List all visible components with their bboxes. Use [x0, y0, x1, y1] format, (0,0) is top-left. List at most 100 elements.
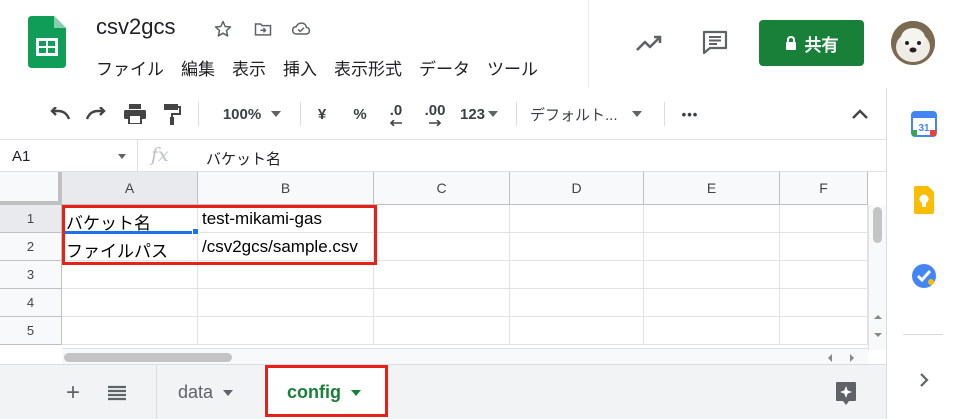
sheets-logo-icon[interactable] — [28, 16, 66, 68]
share-button[interactable]: 共有 — [759, 20, 864, 66]
menu-fade — [540, 50, 588, 86]
cell-b4[interactable] — [198, 289, 374, 317]
scroll-up-icon[interactable] — [873, 313, 883, 321]
more-tools-button[interactable]: ••• — [678, 88, 702, 140]
chevron-down-icon — [271, 111, 282, 117]
menu-format[interactable]: 表示形式 — [334, 55, 402, 80]
toolbar-divider — [300, 102, 301, 126]
cell-e4[interactable] — [644, 289, 780, 317]
row-header-4[interactable]: 4 — [0, 289, 62, 317]
column-header-d[interactable]: D — [510, 172, 644, 205]
vertical-scrollbar[interactable] — [868, 205, 886, 350]
cell-c3[interactable] — [374, 261, 510, 289]
currency-format-button[interactable]: ¥ — [312, 88, 332, 140]
select-all-corner[interactable] — [0, 172, 62, 205]
redo-icon[interactable] — [84, 88, 108, 140]
cell-f2[interactable] — [780, 233, 868, 261]
add-sheet-button[interactable]: + — [66, 365, 80, 419]
zoom-select[interactable]: 100% — [212, 88, 292, 140]
cell-f3[interactable] — [780, 261, 868, 289]
increase-decimal-label: .00 — [424, 101, 446, 119]
app-header: csv2gcs ファイル 編集 表示 挿入 表示形式 データ ツール 共有 — [0, 0, 960, 88]
cell-e5[interactable] — [644, 317, 780, 345]
row-header-2[interactable]: 2 — [0, 233, 62, 261]
menu-bar: ファイル 編集 表示 挿入 表示形式 データ ツール — [96, 55, 538, 80]
function-icon: fx — [151, 144, 169, 166]
chevron-down-icon — [631, 111, 642, 117]
vertical-scroll-thumb[interactable] — [873, 207, 882, 243]
cell-c1[interactable] — [374, 205, 510, 233]
percent-format-button[interactable]: % — [350, 88, 370, 140]
decrease-decimal-button[interactable]: .0 — [384, 88, 408, 140]
row-header-1[interactable]: 1 — [0, 205, 62, 233]
menu-insert[interactable]: 挿入 — [283, 55, 317, 80]
move-folder-icon[interactable] — [252, 18, 274, 40]
cell-d2[interactable] — [510, 233, 644, 261]
row-header-5[interactable]: 5 — [0, 317, 62, 345]
cell-a3[interactable] — [62, 261, 198, 289]
cell-d1[interactable] — [510, 205, 644, 233]
keep-icon[interactable] — [910, 186, 938, 214]
horizontal-scrollbar[interactable] — [62, 348, 868, 364]
decrease-decimal-label: .0 — [389, 101, 403, 119]
cell-a4[interactable] — [62, 289, 198, 317]
column-header-f[interactable]: F — [780, 172, 868, 205]
share-label: 共有 — [804, 35, 839, 55]
cell-f1[interactable] — [780, 205, 868, 233]
paint-format-icon[interactable] — [160, 88, 184, 140]
cell-f5[interactable] — [780, 317, 868, 345]
expand-panel-icon[interactable] — [910, 366, 938, 394]
cell-b3[interactable] — [198, 261, 374, 289]
column-header-e[interactable]: E — [644, 172, 780, 205]
column-header-b[interactable]: B — [198, 172, 374, 205]
cell-c4[interactable] — [374, 289, 510, 317]
star-icon[interactable] — [212, 18, 234, 40]
horizontal-scroll-thumb[interactable] — [64, 353, 232, 362]
menu-view[interactable]: 表示 — [232, 55, 266, 80]
font-family-select[interactable]: デフォルト... — [530, 88, 654, 140]
tasks-icon[interactable] — [910, 262, 938, 290]
cell-e2[interactable] — [644, 233, 780, 261]
column-header-a[interactable]: A — [62, 172, 198, 205]
cell-c2[interactable] — [374, 233, 510, 261]
cell-b5[interactable] — [198, 317, 374, 345]
menu-data[interactable]: データ — [419, 55, 470, 80]
calendar-icon[interactable]: 31 — [910, 110, 938, 138]
all-sheets-icon[interactable] — [108, 365, 126, 419]
activity-trend-icon[interactable] — [633, 27, 665, 59]
highlight-box-config-tab — [265, 365, 388, 417]
formula-input[interactable]: バケット名 — [206, 148, 281, 169]
cell-e1[interactable] — [644, 205, 780, 233]
cell-a5[interactable] — [62, 317, 198, 345]
row-header-3[interactable]: 3 — [0, 261, 62, 289]
tab-data[interactable]: data — [178, 365, 234, 419]
collapse-chevron-icon[interactable] — [848, 88, 872, 140]
increase-decimal-button[interactable]: .00 — [420, 88, 450, 140]
menu-edit[interactable]: 編集 — [181, 55, 215, 80]
cell-e3[interactable] — [644, 261, 780, 289]
name-box[interactable]: A1 — [0, 140, 138, 172]
side-panel: 31 — [886, 88, 960, 419]
menu-file[interactable]: ファイル — [96, 55, 164, 80]
cell-f4[interactable] — [780, 289, 868, 317]
avatar[interactable] — [891, 21, 935, 65]
zoom-value: 100% — [222, 105, 262, 123]
cell-d5[interactable] — [510, 317, 644, 345]
print-icon[interactable] — [122, 88, 148, 140]
lock-icon — [785, 35, 796, 50]
scroll-down-icon[interactable] — [873, 331, 883, 339]
cloud-saved-icon[interactable] — [290, 18, 312, 40]
scroll-right-icon[interactable] — [848, 353, 856, 363]
cell-c5[interactable] — [374, 317, 510, 345]
comment-icon[interactable] — [699, 26, 731, 58]
scroll-left-icon[interactable] — [826, 353, 834, 363]
cell-d4[interactable] — [510, 289, 644, 317]
column-header-c[interactable]: C — [374, 172, 510, 205]
explore-icon[interactable] — [834, 365, 858, 419]
menu-tools[interactable]: ツール — [487, 55, 538, 80]
document-title[interactable]: csv2gcs — [96, 14, 175, 40]
number-format-select[interactable]: 123 — [456, 88, 502, 140]
undo-icon[interactable] — [48, 88, 72, 140]
cell-d3[interactable] — [510, 261, 644, 289]
svg-text:31: 31 — [918, 123, 930, 134]
